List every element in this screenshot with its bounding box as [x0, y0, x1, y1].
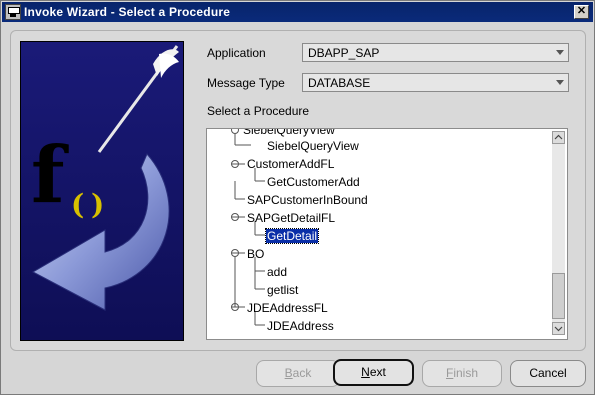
title-bar[interactable]: Invoke Wizard - Select a Procedure ✕ — [2, 2, 593, 22]
chevron-down-icon[interactable] — [556, 80, 564, 85]
scroll-thumb[interactable] — [552, 273, 565, 319]
tree-item-bo[interactable]: BO — [247, 247, 264, 261]
chevron-down-icon — [554, 326, 563, 332]
finish-label: inish — [453, 366, 479, 380]
scroll-down-button[interactable] — [552, 322, 565, 335]
procedure-label: Select a Procedure — [207, 104, 310, 118]
finish-button[interactable]: Finish — [422, 360, 502, 387]
back-button[interactable]: Back — [256, 360, 340, 387]
back-mnemonic: B — [284, 366, 293, 380]
function-arrow-illustration: f ( ) — [21, 42, 183, 340]
tree-item-getlist[interactable]: getlist — [267, 283, 298, 297]
tree-item-jdeaddressfl[interactable]: JDEAddressFL — [247, 301, 328, 315]
procedure-tree[interactable]: SiebelQueryView SiebelQueryView Customer… — [206, 128, 568, 340]
chevron-up-icon — [554, 134, 563, 140]
tree-item-jdeaddress[interactable]: JDEAddress — [267, 319, 334, 333]
message-type-value: DATABASE — [308, 76, 371, 90]
tree-item-siebelqueryview[interactable]: SiebelQueryView — [267, 139, 359, 153]
cancel-button[interactable]: Cancel — [510, 360, 586, 387]
application-label: Application — [207, 46, 266, 60]
message-type-combo[interactable]: DATABASE — [302, 73, 569, 92]
scroll-up-button[interactable] — [552, 131, 565, 144]
application-combo[interactable]: DBAPP_SAP — [302, 43, 569, 62]
next-button[interactable]: Next — [333, 359, 414, 386]
svg-text:(: ( — [71, 188, 84, 221]
tree-item-siebelqueryview-folder[interactable]: SiebelQueryView — [243, 129, 335, 137]
svg-text:f: f — [31, 130, 69, 221]
wizard-illustration: f ( ) — [20, 41, 184, 341]
tree-item-sapgetdetailfl[interactable]: SAPGetDetailFL — [247, 211, 335, 225]
tree-item-sapcustomerinbound[interactable]: SAPCustomerInBound — [247, 193, 368, 207]
svg-text:): ) — [91, 188, 104, 221]
next-mnemonic: N — [361, 365, 370, 379]
vertical-scrollbar[interactable] — [552, 131, 565, 335]
chevron-down-icon[interactable] — [556, 50, 564, 55]
close-button[interactable]: ✕ — [574, 5, 589, 19]
tree-item-customeraddfl[interactable]: CustomerAddFL — [247, 157, 334, 171]
tree-item-add[interactable]: add — [267, 265, 287, 279]
next-label: ext — [369, 365, 386, 379]
window-title: Invoke Wizard - Select a Procedure — [24, 5, 231, 19]
invoke-wizard-dialog: Invoke Wizard - Select a Procedure ✕ f (… — [0, 0, 595, 395]
tree-item-getdetail[interactable]: GetDetail — [264, 228, 320, 244]
app-icon — [5, 4, 21, 20]
application-value: DBAPP_SAP — [308, 46, 380, 60]
message-type-label: Message Type — [207, 76, 285, 90]
back-label: ack — [292, 366, 312, 380]
tree-item-getcustomeradd[interactable]: GetCustomerAdd — [267, 175, 360, 189]
content-panel: f ( ) Application DBAPP_SAP Message Type… — [10, 30, 586, 351]
